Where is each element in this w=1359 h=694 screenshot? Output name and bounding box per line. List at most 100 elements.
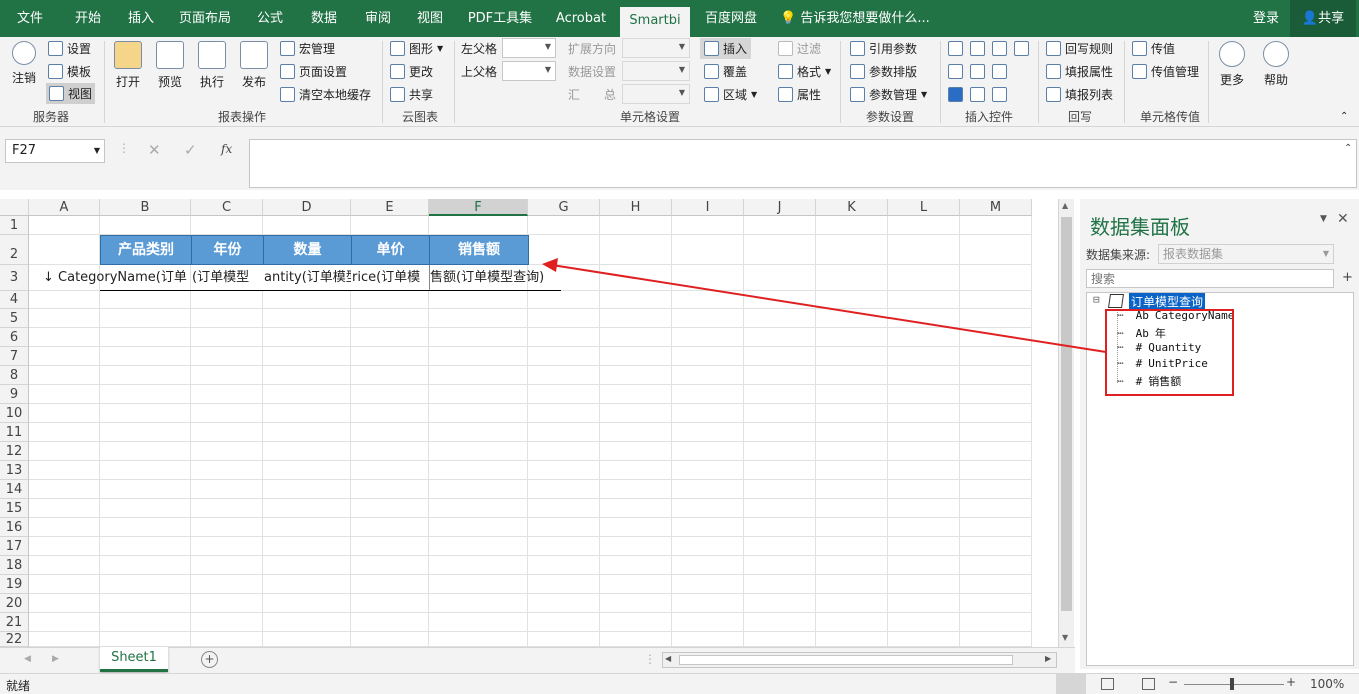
grid-cell[interactable] — [672, 216, 744, 235]
grid-cell[interactable] — [960, 347, 1032, 366]
grid-cell[interactable] — [888, 575, 960, 594]
grid-cell[interactable] — [744, 594, 816, 613]
grid-cell[interactable] — [263, 461, 351, 480]
grid-cell[interactable] — [263, 613, 351, 632]
grid-cell[interactable] — [600, 499, 672, 518]
grid-cell[interactable] — [744, 309, 816, 328]
grid-cell[interactable] — [744, 423, 816, 442]
grid-cell[interactable] — [429, 291, 528, 309]
zoom-in-icon[interactable]: + — [1286, 675, 1296, 689]
tree-field-node[interactable]: ┄ Ab CategoryName — [1117, 309, 1234, 322]
grid-cell[interactable] — [744, 265, 816, 291]
grid-cell[interactable] — [672, 461, 744, 480]
grid-cell[interactable] — [960, 594, 1032, 613]
row-header[interactable]: 18 — [0, 556, 29, 575]
grid-cell[interactable] — [191, 461, 263, 480]
grid-cell[interactable] — [600, 613, 672, 632]
grid-cell[interactable] — [816, 385, 888, 404]
column-header[interactable]: I — [672, 199, 744, 216]
grid-cell[interactable] — [100, 423, 191, 442]
tree-field-node[interactable]: ┄ # Quantity — [1117, 341, 1201, 354]
grid-cell[interactable] — [263, 309, 351, 328]
grid-cell[interactable] — [672, 404, 744, 423]
grid-cell[interactable] — [528, 499, 600, 518]
grid-cell[interactable] — [29, 594, 100, 613]
grid-cell[interactable] — [600, 291, 672, 309]
grid-cell[interactable] — [191, 594, 263, 613]
grid-cell[interactable] — [600, 423, 672, 442]
grid-cell[interactable] — [429, 366, 528, 385]
grid-cell[interactable] — [600, 265, 672, 291]
row-header[interactable]: 9 — [0, 385, 29, 404]
grid-cell[interactable] — [351, 347, 429, 366]
grid-cell[interactable] — [744, 366, 816, 385]
select-all-corner[interactable] — [0, 199, 29, 216]
scroll-up-icon[interactable]: ▲ — [1062, 201, 1068, 210]
grid-cell[interactable] — [960, 518, 1032, 537]
grid-cell[interactable] — [100, 216, 191, 235]
image-control-icon[interactable] — [992, 64, 1007, 79]
formula-input[interactable] — [249, 139, 1357, 188]
name-box[interactable]: F27 ▼ — [5, 139, 105, 163]
row-header[interactable]: 22 — [0, 632, 29, 647]
grid-cell[interactable] — [263, 537, 351, 556]
grid-cell[interactable] — [960, 366, 1032, 385]
grid-cell[interactable] — [263, 556, 351, 575]
grid-cell[interactable] — [100, 404, 191, 423]
share-button[interactable]: 👤共享 — [1290, 0, 1356, 37]
grid-cell[interactable] — [29, 613, 100, 632]
row-header[interactable]: 21 — [0, 613, 29, 632]
grid-cell[interactable] — [429, 537, 528, 556]
header-cell-unit-price[interactable]: 单价 — [351, 235, 430, 265]
grid-cell[interactable] — [960, 499, 1032, 518]
row-header[interactable]: 7 — [0, 347, 29, 366]
grid-cell[interactable] — [351, 404, 429, 423]
grid-cell[interactable] — [600, 556, 672, 575]
grid-cell[interactable] — [600, 461, 672, 480]
grid-cell[interactable] — [263, 366, 351, 385]
row-header[interactable]: 19 — [0, 575, 29, 594]
grid-cell[interactable] — [744, 556, 816, 575]
grid-cell[interactable] — [816, 632, 888, 647]
grid-cell[interactable] — [429, 423, 528, 442]
grid-cell[interactable] — [888, 265, 960, 291]
grid-cell[interactable] — [351, 518, 429, 537]
grid-cell[interactable] — [528, 347, 600, 366]
grid-cell[interactable] — [672, 537, 744, 556]
tab-home[interactable]: 开始 — [64, 0, 112, 37]
grid-cell[interactable] — [100, 385, 191, 404]
grid-cell[interactable] — [816, 404, 888, 423]
grid-cell[interactable] — [29, 442, 100, 461]
grid-cell[interactable] — [960, 265, 1032, 291]
source-select[interactable]: 报表数据集 ▼ — [1158, 244, 1334, 264]
column-header[interactable]: K — [816, 199, 888, 216]
row-header[interactable]: 14 — [0, 480, 29, 499]
row-header[interactable]: 1 — [0, 216, 29, 235]
page-setup-button[interactable]: 页面设置 — [280, 63, 347, 80]
grid-cell[interactable] — [600, 404, 672, 423]
row-header[interactable]: 13 — [0, 461, 29, 480]
grid-cell[interactable] — [672, 423, 744, 442]
grid-cell[interactable] — [191, 309, 263, 328]
grid-cell[interactable] — [528, 309, 600, 328]
field-cell-b[interactable] — [100, 265, 192, 291]
grid-cell[interactable] — [429, 575, 528, 594]
grid-cell[interactable] — [100, 442, 191, 461]
grid-cell[interactable] — [351, 594, 429, 613]
check-icon[interactable]: ✓ — [184, 141, 197, 159]
grid-cell[interactable] — [29, 309, 100, 328]
grid-cell[interactable] — [528, 594, 600, 613]
grid-cell[interactable] — [263, 404, 351, 423]
grid-cell[interactable] — [816, 216, 888, 235]
grid-cell[interactable] — [191, 442, 263, 461]
grid-cell[interactable] — [672, 385, 744, 404]
grid-cell[interactable] — [888, 594, 960, 613]
dropdown-control-icon[interactable] — [948, 41, 963, 56]
grid-cell[interactable] — [600, 442, 672, 461]
ref-param-button[interactable]: 引用参数 — [850, 40, 917, 57]
grid-cell[interactable] — [672, 575, 744, 594]
scroll-down-icon[interactable]: ▼ — [1062, 633, 1068, 642]
grid-cell[interactable] — [100, 594, 191, 613]
grid-cell[interactable] — [29, 328, 100, 347]
row-header[interactable]: 16 — [0, 518, 29, 537]
